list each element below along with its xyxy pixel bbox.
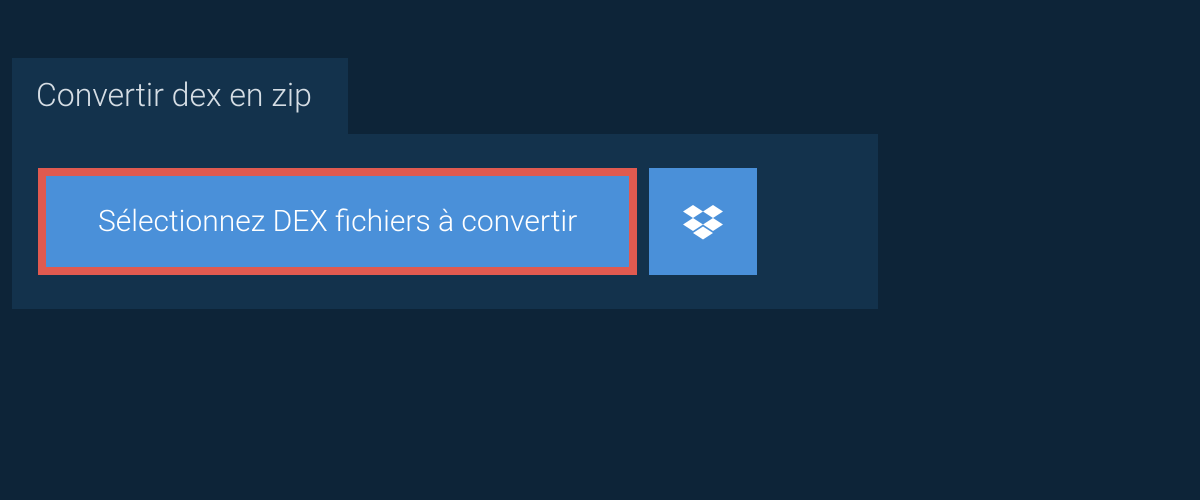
tab-label: Convertir dex en zip: [36, 76, 312, 114]
select-files-label: Sélectionnez DEX fichiers à convertir: [98, 204, 577, 239]
dropbox-icon: [683, 202, 723, 242]
conversion-panel: Sélectionnez DEX fichiers à convertir: [12, 134, 878, 309]
select-files-button[interactable]: Sélectionnez DEX fichiers à convertir: [38, 168, 637, 275]
button-row: Sélectionnez DEX fichiers à convertir: [38, 168, 852, 275]
dropbox-button[interactable]: [649, 168, 757, 275]
tab-convert-dex-zip[interactable]: Convertir dex en zip: [12, 58, 348, 134]
